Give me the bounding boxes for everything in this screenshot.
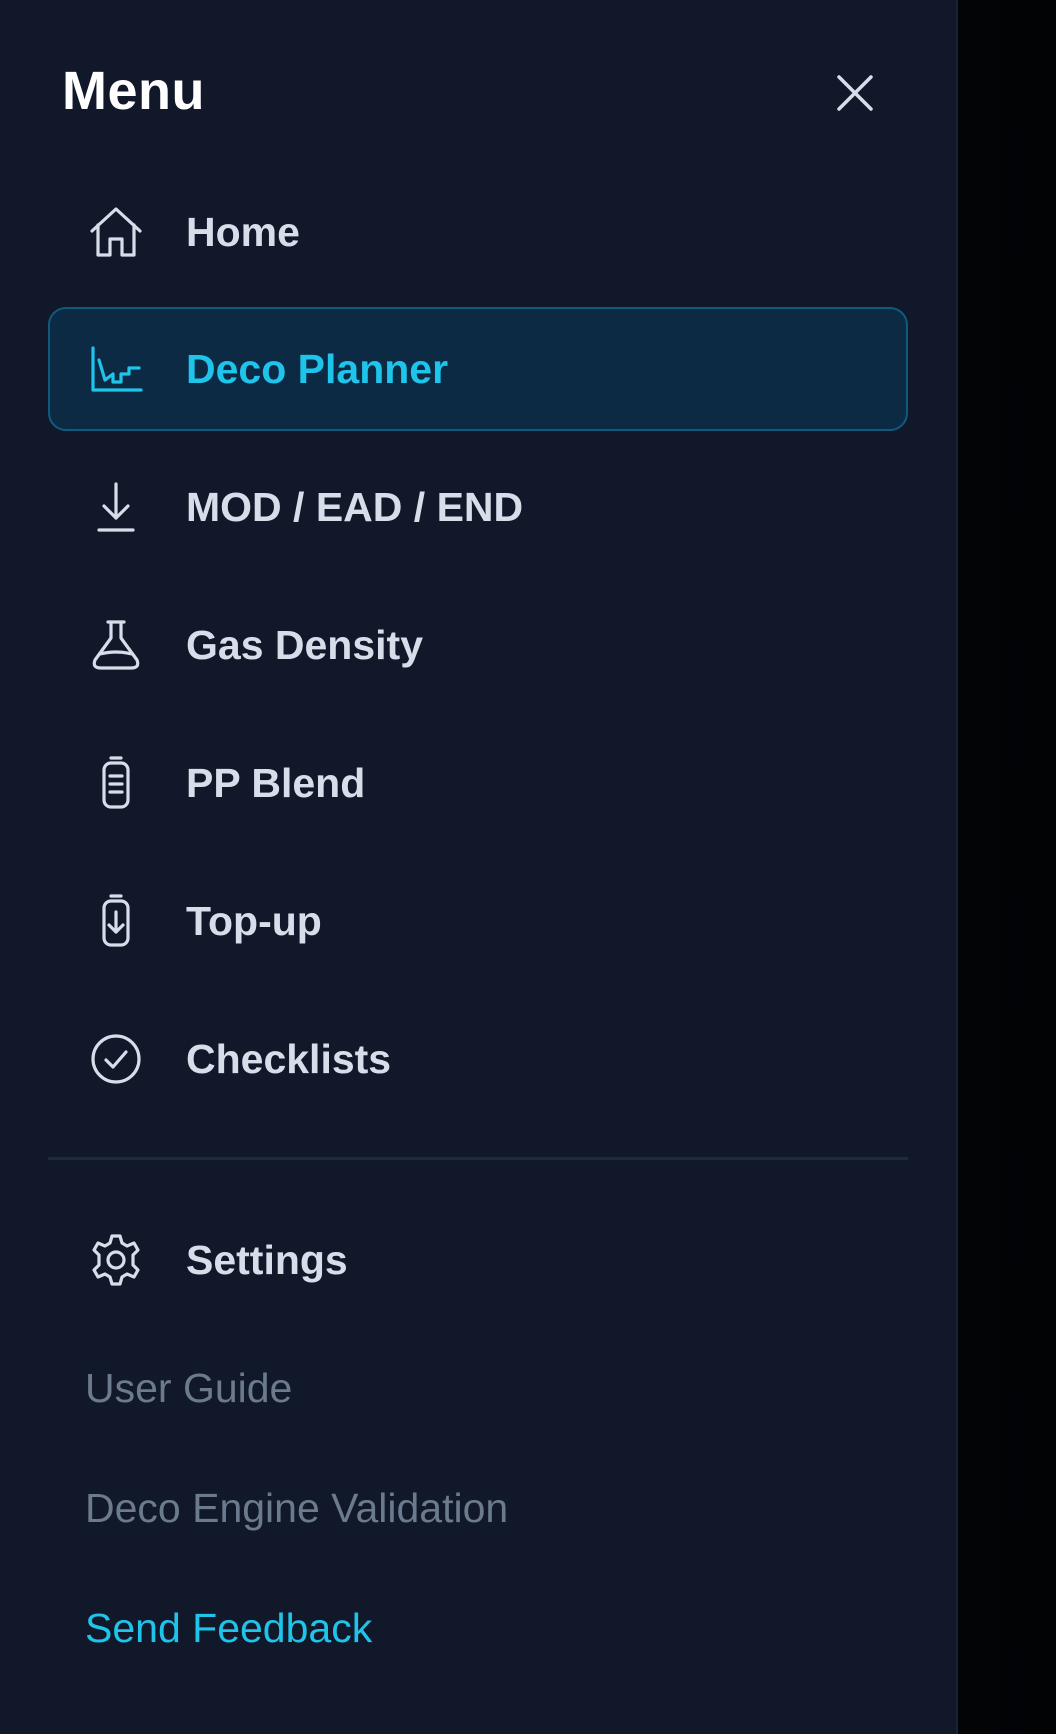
nav-item-label: Top-up: [186, 897, 322, 944]
gear-icon: [86, 1230, 146, 1290]
cylinder-arrow-icon: [86, 891, 146, 951]
nav-item-label: Checklists: [186, 1035, 392, 1082]
nav-item-mod-ead-end[interactable]: MOD / EAD / END: [48, 445, 908, 569]
nav-item-settings[interactable]: Settings: [48, 1198, 908, 1322]
send-feedback-link[interactable]: Send Feedback: [85, 1605, 372, 1652]
flask-icon: [86, 615, 146, 675]
cylinder-icon: [86, 753, 146, 813]
chart-steps-icon: [86, 339, 146, 399]
home-icon: [86, 202, 146, 262]
nav-item-label: Settings: [186, 1236, 348, 1283]
nav-item-label: Gas Density: [186, 621, 423, 668]
user-guide-link[interactable]: User Guide: [85, 1365, 292, 1412]
download-arrow-icon: [86, 477, 146, 537]
menu-title: Menu: [62, 61, 205, 121]
navigation-drawer: Menu Home Deco Planner MOD / EAD / END G…: [0, 0, 958, 1734]
nav-item-gas-density[interactable]: Gas Density: [48, 583, 908, 707]
check-circle-icon: [86, 1029, 146, 1089]
nav-item-checklists[interactable]: Checklists: [48, 997, 908, 1121]
nav-item-top-up[interactable]: Top-up: [48, 859, 908, 983]
nav-item-pp-blend[interactable]: PP Blend: [48, 721, 908, 845]
nav-item-label: Deco Planner: [186, 345, 449, 392]
nav-item-label: Home: [186, 208, 300, 255]
nav-item-label: MOD / EAD / END: [186, 483, 524, 530]
close-icon: [837, 75, 873, 111]
close-button[interactable]: [826, 64, 884, 122]
nav-item-home[interactable]: Home: [48, 170, 908, 294]
nav-item-deco-planner[interactable]: Deco Planner: [48, 307, 908, 431]
deco-engine-validation-link[interactable]: Deco Engine Validation: [85, 1485, 508, 1532]
nav-item-label: PP Blend: [186, 759, 366, 806]
menu-divider: [48, 1157, 908, 1160]
